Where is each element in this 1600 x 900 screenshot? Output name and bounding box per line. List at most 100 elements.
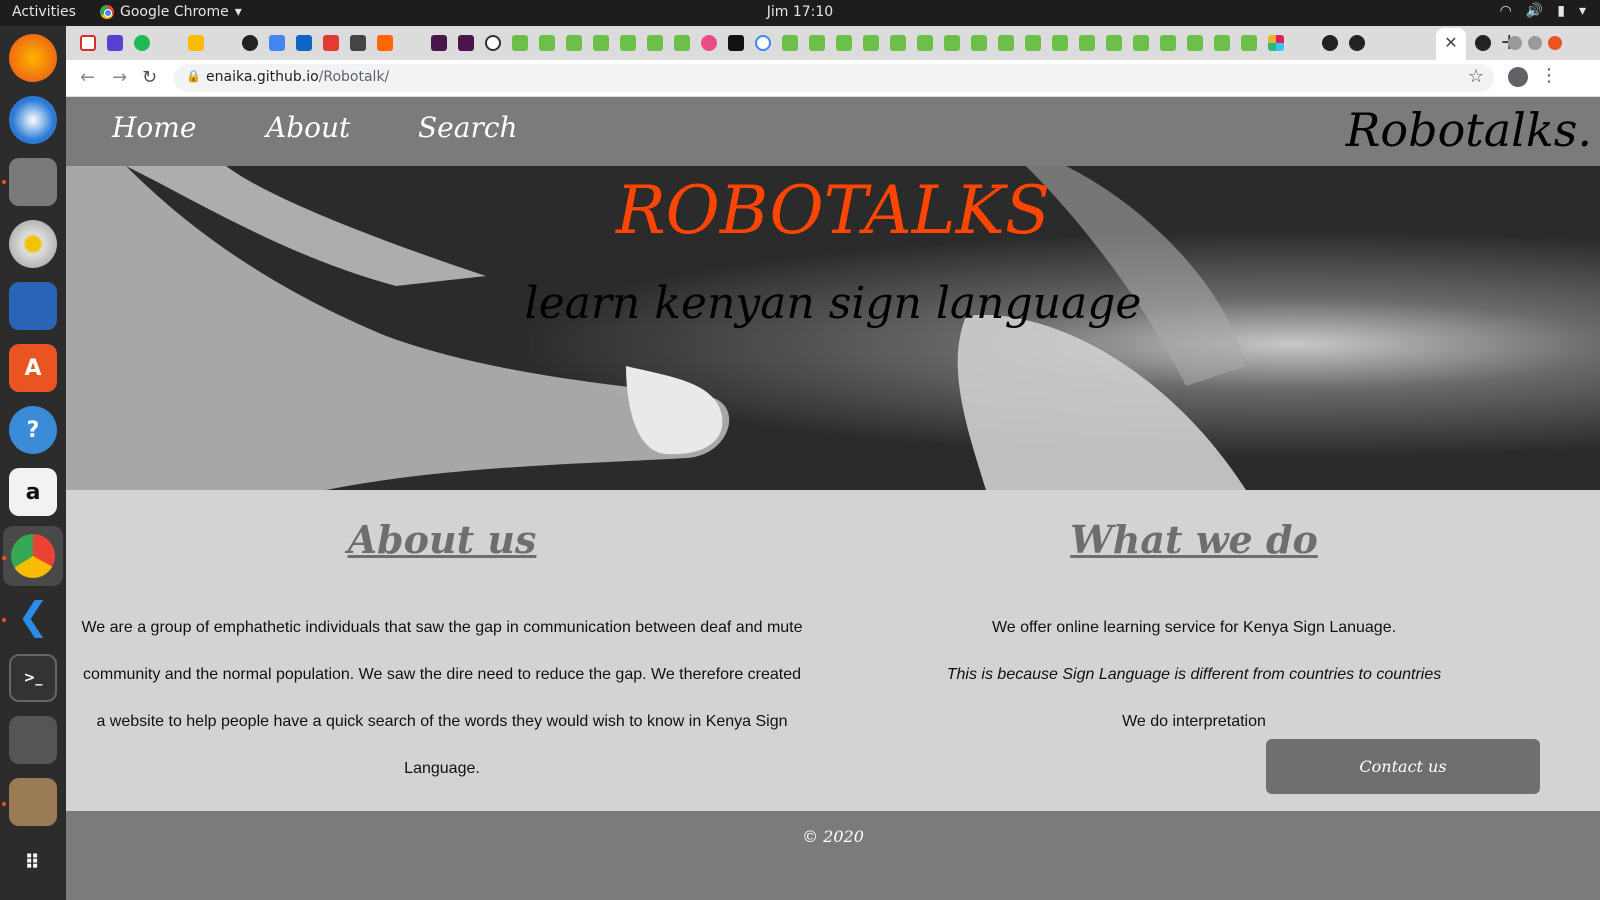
github-tab[interactable] xyxy=(1475,35,1491,51)
files-icon[interactable] xyxy=(9,158,57,206)
tab-favicon[interactable] xyxy=(539,35,555,51)
video-editor-icon[interactable] xyxy=(9,716,57,764)
gmail-tab[interactable] xyxy=(80,35,96,51)
what-line: We offer online learning service for Ken… xyxy=(991,619,1397,636)
tab-favicon[interactable] xyxy=(998,35,1014,51)
running-indicator xyxy=(2,180,6,184)
tab-favicon[interactable] xyxy=(971,35,987,51)
nav-about-link[interactable]: About xyxy=(266,111,350,144)
web-page: Home About Search Robotalks. ROBOTALKS l… xyxy=(66,97,1600,900)
tab-favicon[interactable] xyxy=(1106,35,1122,51)
bookmark-star-icon[interactable]: ☆ xyxy=(1468,66,1484,87)
hero-banner: ROBOTALKS learn kenyan sign language xyxy=(66,166,1600,490)
tab-favicon[interactable] xyxy=(1133,35,1149,51)
vscode-icon[interactable]: ❮ xyxy=(9,592,57,640)
site-navbar: Home About Search Robotalks. xyxy=(66,97,1600,166)
help-icon[interactable]: ? xyxy=(9,406,57,454)
clock[interactable]: Jim 17:10 xyxy=(767,4,833,20)
tab-favicon[interactable] xyxy=(944,35,960,51)
firefox-icon[interactable] xyxy=(9,34,57,82)
tab-favicon[interactable] xyxy=(1214,35,1230,51)
tab-favicon[interactable] xyxy=(863,35,879,51)
tab-favicon[interactable] xyxy=(1052,35,1068,51)
archive-icon[interactable] xyxy=(9,778,57,826)
copyright-text: © 2020 xyxy=(802,827,864,846)
github-tab[interactable] xyxy=(1322,35,1338,51)
tab-favicon[interactable] xyxy=(620,35,636,51)
software-center-icon[interactable]: A xyxy=(9,344,57,392)
reload-icon[interactable]: ↻ xyxy=(142,67,157,88)
nav-search-link[interactable]: Search xyxy=(418,111,518,144)
tab-favicon[interactable] xyxy=(1160,35,1176,51)
slack-tab[interactable] xyxy=(431,35,447,51)
amazon-icon[interactable]: a xyxy=(9,468,57,516)
tab-favicon[interactable] xyxy=(1079,35,1095,51)
app-menu[interactable]: Google Chrome ▾ xyxy=(100,4,242,20)
system-tray[interactable]: ◠ 🔊 ▮ ▾ xyxy=(1500,3,1586,19)
back-icon[interactable]: ← xyxy=(80,67,95,88)
close-window-icon[interactable] xyxy=(1548,36,1562,50)
profile-avatar[interactable] xyxy=(1508,67,1528,87)
address-bar[interactable]: 🔒 enaika.github.io/Robotalk/ ☆ xyxy=(174,64,1494,92)
tab-favicon[interactable] xyxy=(809,35,825,51)
tab-favicon[interactable] xyxy=(1025,35,1041,51)
tab-favicon[interactable] xyxy=(485,35,501,51)
tab-favicon[interactable] xyxy=(1187,35,1203,51)
terminal-icon[interactable]: >_ xyxy=(9,654,57,702)
site-brand[interactable]: Robotalks. xyxy=(1346,103,1592,157)
volume-icon: 🔊 xyxy=(1525,3,1544,19)
system-top-bar: Activities Google Chrome ▾ Jim 17:10 ◠ 🔊… xyxy=(0,0,1600,26)
tab-favicon[interactable] xyxy=(782,35,798,51)
tab-favicon[interactable] xyxy=(593,35,609,51)
thunderbird-icon[interactable] xyxy=(9,96,57,144)
tab-favicon[interactable] xyxy=(647,35,663,51)
tab-favicon[interactable] xyxy=(566,35,582,51)
writer-icon[interactable] xyxy=(9,282,57,330)
docs-tab[interactable] xyxy=(269,35,285,51)
minimize-icon[interactable] xyxy=(1508,36,1522,50)
close-tab-icon[interactable]: ✕ xyxy=(1444,33,1457,52)
active-tab[interactable]: ✕ xyxy=(1436,28,1466,60)
chevron-down-icon: ▾ xyxy=(1578,3,1586,19)
chrome-dock-item[interactable] xyxy=(3,526,63,586)
about-section: About us We are a group of emphathetic i… xyxy=(66,517,818,792)
about-line: community and the normal population. We … xyxy=(82,666,802,683)
browser-toolbar: ← → ↻ 🔒 enaika.github.io/Robotalk/ ☆ ⋮ xyxy=(66,60,1600,97)
linkedin-tab[interactable] xyxy=(296,35,312,51)
show-apps-icon[interactable]: ⠿ xyxy=(9,838,57,886)
tab-favicon[interactable] xyxy=(512,35,528,51)
about-line: Language. xyxy=(404,760,480,777)
tab-favicon[interactable] xyxy=(134,35,150,51)
tab-favicon[interactable] xyxy=(890,35,906,51)
github-tab[interactable] xyxy=(242,35,258,51)
github-tab[interactable] xyxy=(1349,35,1365,51)
contact-us-button[interactable]: Contact us xyxy=(1266,739,1540,794)
tab-favicon[interactable] xyxy=(1241,35,1257,51)
tab-favicon[interactable] xyxy=(917,35,933,51)
tab-favicon[interactable] xyxy=(674,35,690,51)
forward-icon[interactable]: → xyxy=(112,67,127,88)
rhythmbox-icon[interactable] xyxy=(9,220,57,268)
hero-title: ROBOTALKS xyxy=(615,172,1051,249)
maximize-icon[interactable] xyxy=(1528,36,1542,50)
site-footer: © 2020 xyxy=(66,811,1600,900)
nav-home-link[interactable]: Home xyxy=(112,111,196,144)
about-line: a website to help people have a quick se… xyxy=(96,713,788,730)
tab-favicon[interactable] xyxy=(836,35,852,51)
running-indicator xyxy=(2,618,6,622)
tab-favicon[interactable] xyxy=(107,35,123,51)
tab-favicon[interactable] xyxy=(323,35,339,51)
slack-tab[interactable] xyxy=(458,35,474,51)
tab-favicon[interactable] xyxy=(728,35,744,51)
what-line: This is because Sign Language is differe… xyxy=(946,666,1442,683)
activities-button[interactable]: Activities xyxy=(12,4,76,20)
about-heading: About us xyxy=(347,517,537,562)
drive-tab[interactable] xyxy=(188,35,204,51)
hackernews-tab[interactable] xyxy=(377,35,393,51)
tab-favicon[interactable] xyxy=(350,35,366,51)
slack-tab[interactable] xyxy=(1268,35,1284,51)
browser-menu-icon[interactable]: ⋮ xyxy=(1540,65,1558,86)
google-tab[interactable] xyxy=(755,35,771,51)
app-name: Google Chrome xyxy=(120,4,229,20)
dribbble-tab[interactable] xyxy=(701,35,717,51)
